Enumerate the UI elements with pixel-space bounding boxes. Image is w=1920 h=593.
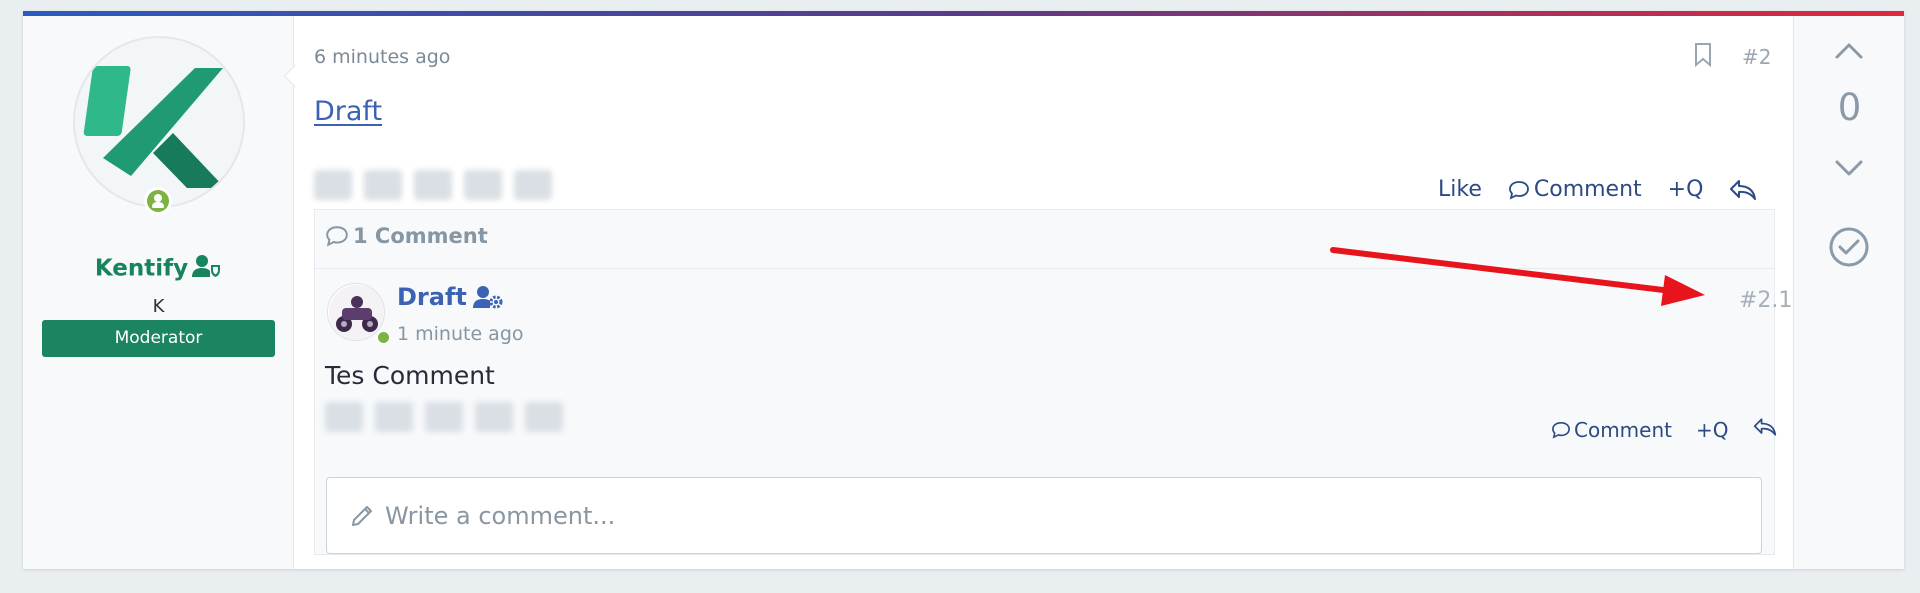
quote-button[interactable]: +Q [1668, 177, 1704, 202]
comments-header[interactable]: 1 Comment [325, 224, 488, 248]
commenter-name-text[interactable]: Draft [397, 283, 467, 311]
post-title-link[interactable]: Draft [314, 96, 382, 127]
reply-button[interactable] [1729, 178, 1757, 202]
chevron-down-icon [1835, 160, 1863, 176]
comment-share-button[interactable] [1753, 416, 1777, 443]
bookmark-icon[interactable] [1693, 42, 1713, 72]
user-column: Kentify K Moderator [23, 16, 294, 569]
commenter-online-icon [376, 330, 391, 345]
comment-quote-button[interactable]: +Q [1696, 418, 1729, 442]
like-button[interactable]: Like [1438, 177, 1482, 202]
user-shield-icon [192, 254, 222, 284]
user-cog-icon [472, 286, 503, 309]
post-number-link[interactable]: #2 [1742, 45, 1771, 69]
divider [315, 268, 1774, 269]
vote-column: 0 [1793, 16, 1904, 569]
kentify-logo-icon [83, 66, 225, 188]
comment-label: Comment [1533, 177, 1642, 202]
pencil-icon [352, 505, 372, 526]
comment-actions: Comment +Q [1551, 416, 1777, 443]
comment-reactions-placeholder [325, 402, 563, 432]
comment-reply-label: Comment [1574, 417, 1672, 442]
comment-reply-button[interactable]: Comment [1551, 418, 1672, 442]
username[interactable]: Kentify [23, 254, 294, 284]
post-actions: Like Comment +Q [1438, 177, 1757, 202]
post-timestamp[interactable]: 6 minutes ago [314, 46, 450, 68]
reply-icon [1753, 418, 1776, 436]
vote-count: 0 [1837, 86, 1862, 129]
comment-input-box[interactable] [326, 477, 1762, 554]
check-circle-icon [1829, 227, 1869, 267]
post-card: Kentify K Moderator 6 minutes ago #2 Dra… [23, 11, 1904, 569]
upvote-button[interactable] [1834, 41, 1864, 65]
user-avatar[interactable] [73, 36, 245, 208]
reactions-placeholder [314, 170, 552, 200]
comment-icon [1508, 180, 1529, 200]
comment-input[interactable] [385, 501, 1685, 530]
comment-quote-label: +Q [1696, 417, 1729, 442]
user-subtitle: K [152, 296, 165, 317]
comment-timestamp[interactable]: 1 minute ago [397, 323, 524, 345]
comment-icon [326, 226, 348, 247]
like-label: Like [1438, 177, 1482, 202]
comment-body: Tes Comment [325, 361, 495, 390]
online-status-icon [144, 187, 172, 215]
comment-number-link[interactable]: #2.1 [1739, 288, 1792, 313]
comment-button[interactable]: Comment [1508, 177, 1642, 202]
reply-icon [1730, 179, 1757, 200]
moderator-badge: Moderator [42, 320, 275, 357]
chevron-up-icon [1835, 43, 1863, 59]
commenter-name[interactable]: Draft [397, 283, 503, 311]
quote-label: +Q [1667, 177, 1704, 202]
downvote-button[interactable] [1834, 158, 1864, 182]
comments-section: 1 Comment Draft 1 minute ago #2.1 Tes Co… [314, 209, 1792, 555]
username-text[interactable]: Kentify [95, 256, 188, 282]
comment-icon [1552, 421, 1570, 439]
comments-count: 1 Comment [353, 224, 488, 248]
mark-solution-button[interactable] [1828, 226, 1870, 272]
